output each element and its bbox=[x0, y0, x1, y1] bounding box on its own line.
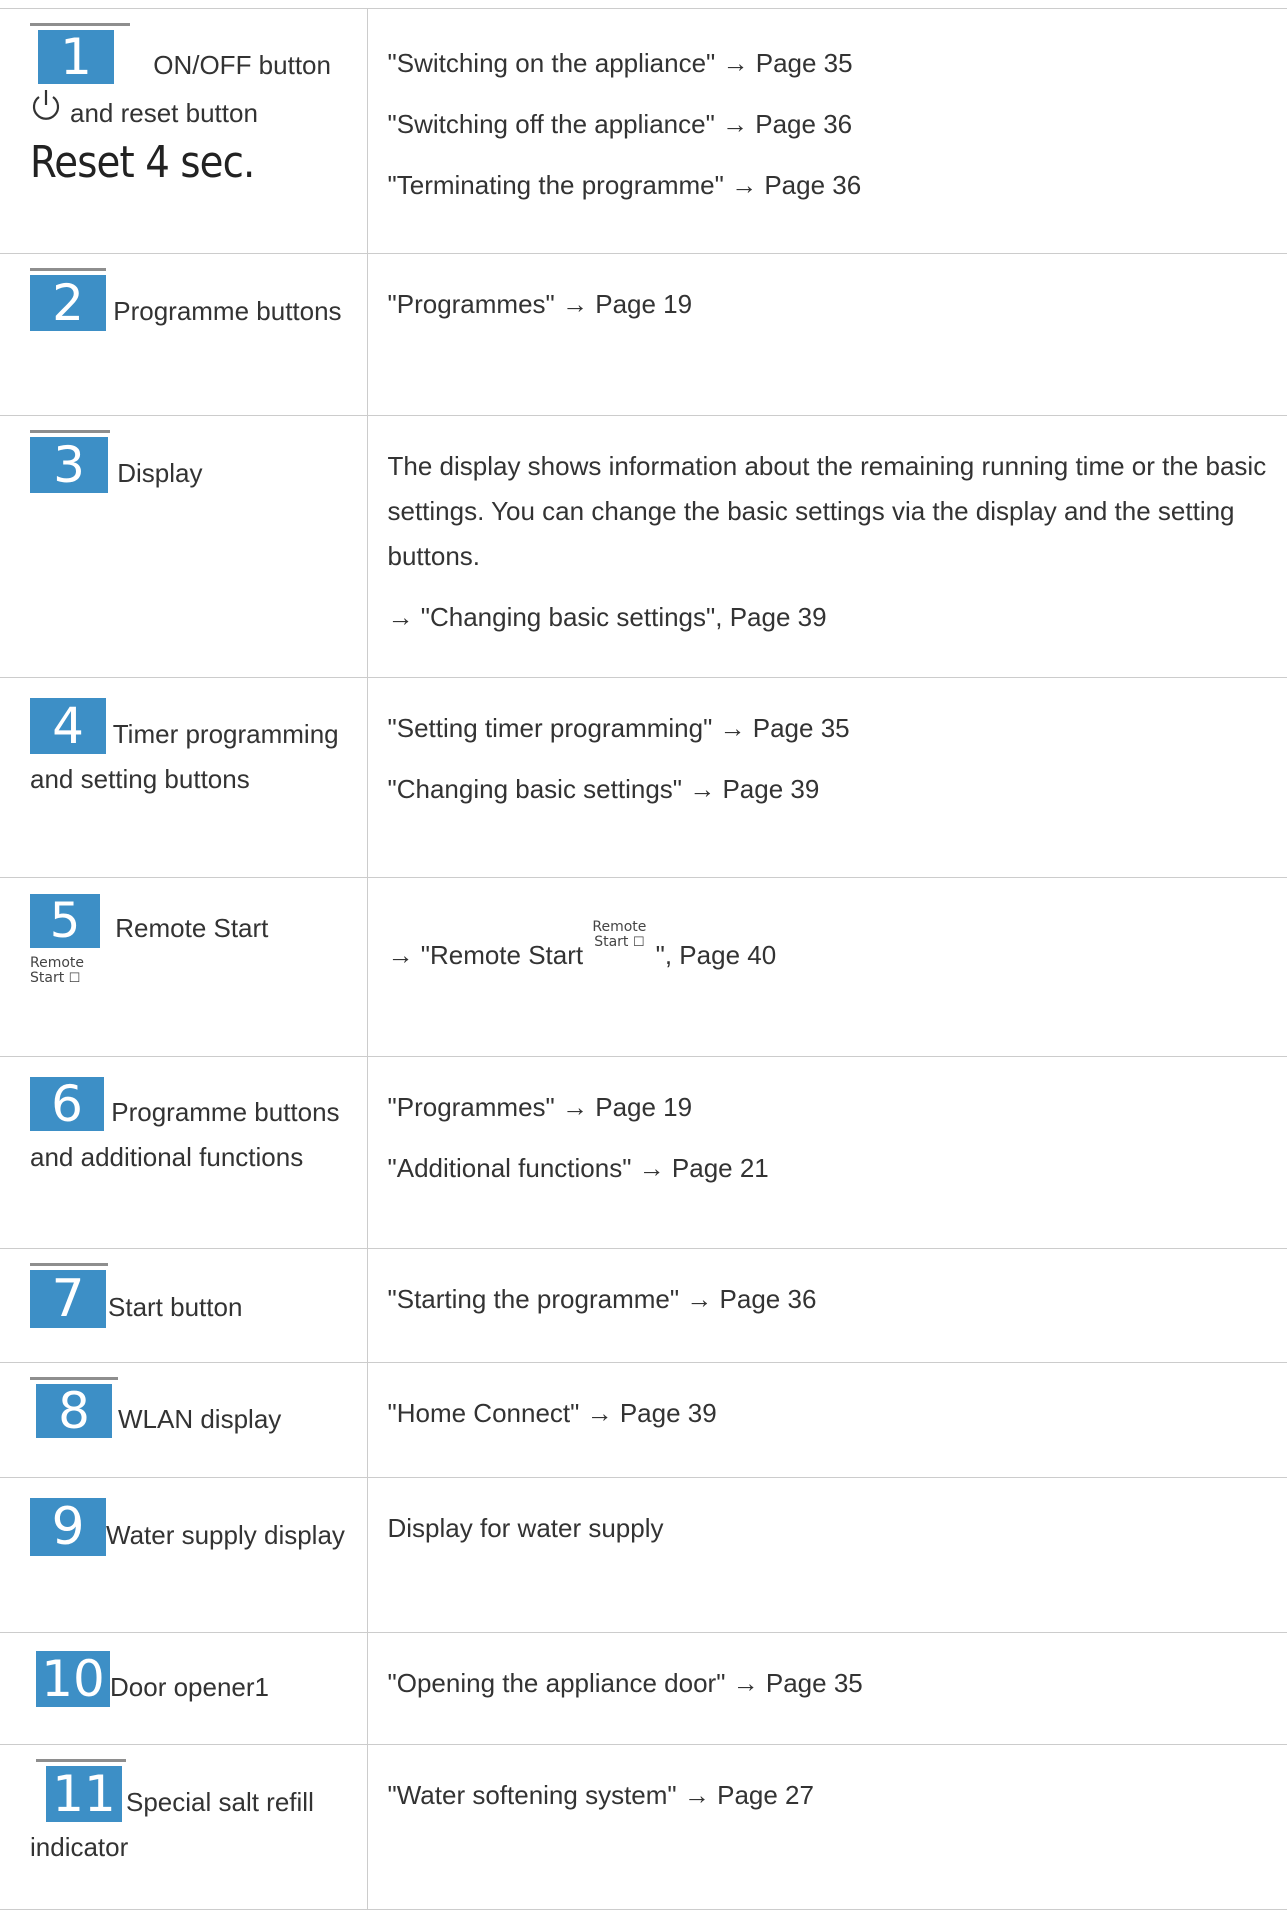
table-row: 9 Water supply display Display for water… bbox=[0, 1477, 1287, 1633]
number-badge: 4 bbox=[30, 692, 106, 757]
page-reference-link[interactable]: "Terminating the programme" → Page 36 bbox=[388, 163, 1270, 208]
reference-cell: "Switching on the appliance" → Page 35 "… bbox=[366, 8, 1287, 254]
control-label: and reset button bbox=[70, 98, 258, 128]
description-text: The display shows information about the … bbox=[387, 451, 1267, 571]
number-badge: 1 bbox=[30, 23, 130, 88]
table-row: 2 Programme buttons "Programmes" → Page … bbox=[0, 253, 1287, 416]
reference-cell: Display for water supply bbox=[366, 1477, 1287, 1633]
control-cell: 8 WLAN display bbox=[0, 1362, 368, 1478]
reference-cell: "Opening the appliance door" → Page 35 bbox=[366, 1632, 1287, 1745]
remote-start-icon: Remote Start ☐ bbox=[592, 919, 647, 951]
page-reference-link[interactable]: "Switching on the appliance" → Page 35 bbox=[388, 41, 1270, 86]
number-badge: 8 bbox=[30, 1377, 118, 1442]
page-reference-link[interactable]: "Changing basic settings" → Page 39 bbox=[388, 767, 1270, 812]
description-text: Display for water supply bbox=[387, 1513, 664, 1543]
control-label: Start button bbox=[108, 1292, 243, 1322]
reference-cell: "Starting the programme" → Page 36 bbox=[366, 1248, 1287, 1363]
number-badge: 9 bbox=[30, 1492, 106, 1558]
control-label: Programme buttons bbox=[113, 296, 342, 326]
table-row: 5 Remote Start Remote Start ☐ → "Remote … bbox=[0, 877, 1287, 1057]
control-label: ON/OFF button bbox=[153, 50, 331, 80]
page-reference-link[interactable]: "Water softening system" → Page 27 bbox=[388, 1773, 1270, 1818]
control-cell: 7 Start button bbox=[0, 1248, 368, 1363]
page-reference-link[interactable]: "Starting the programme" → Page 36 bbox=[388, 1277, 1270, 1322]
control-cell: 3 Display bbox=[0, 415, 368, 678]
control-cell: 6 Programme buttons and additional funct… bbox=[0, 1056, 368, 1249]
control-label: WLAN display bbox=[118, 1404, 282, 1434]
power-icon bbox=[32, 90, 60, 120]
reference-cell: "Setting timer programming" → Page 35 "C… bbox=[366, 677, 1287, 878]
reference-cell: "Programmes" → Page 19 bbox=[366, 253, 1287, 416]
control-label: Water supply display bbox=[106, 1520, 345, 1550]
number-badge: 11 bbox=[30, 1759, 126, 1825]
page-reference-link[interactable]: "Programmes" → Page 19 bbox=[388, 1085, 1270, 1130]
table-row: 7 Start button "Starting the programme" … bbox=[0, 1248, 1287, 1363]
reset-label: Reset 4 sec. bbox=[30, 137, 255, 188]
reference-cell: "Water softening system" → Page 27 bbox=[366, 1744, 1287, 1910]
control-cell: 1 ON/OFF button and reset button Reset 4… bbox=[0, 8, 368, 254]
number-badge: 2 bbox=[30, 268, 106, 334]
table-row: 6 Programme buttons and additional funct… bbox=[0, 1056, 1287, 1249]
remote-start-icon: Remote Start ☐ bbox=[30, 955, 85, 987]
controls-table: 1 ON/OFF button and reset button Reset 4… bbox=[0, 8, 1287, 1910]
table-row: 1 ON/OFF button and reset button Reset 4… bbox=[0, 8, 1287, 254]
reference-cell: → "Remote Start Remote Start ☐ ", Page 4… bbox=[366, 877, 1287, 1057]
table-row: 11 Special salt refill indicator "Water … bbox=[0, 1744, 1287, 1910]
page-reference-link[interactable]: → "Remote Start Remote Start ☐ ", Page 4… bbox=[388, 920, 1270, 978]
number-badge: 5 bbox=[30, 894, 100, 951]
page-reference-link[interactable]: "Programmes" → Page 19 bbox=[388, 282, 1270, 327]
control-cell: 4 Timer programming and setting buttons bbox=[0, 677, 368, 878]
page-reference-link[interactable]: "Setting timer programming" → Page 35 bbox=[388, 706, 1270, 751]
table-row: 4 Timer programming and setting buttons … bbox=[0, 677, 1287, 878]
page-reference-link[interactable]: → "Changing basic settings", Page 39 bbox=[388, 595, 1270, 640]
control-label: Door opener1 bbox=[110, 1672, 269, 1702]
control-label: Display bbox=[117, 458, 203, 488]
control-cell: 2 Programme buttons bbox=[0, 253, 368, 416]
control-label: Remote Start bbox=[115, 913, 269, 943]
table-row: 10 Door opener1 "Opening the appliance d… bbox=[0, 1632, 1287, 1745]
reference-cell: The display shows information about the … bbox=[366, 415, 1287, 678]
number-badge: 3 bbox=[30, 430, 110, 496]
page-reference-link[interactable]: "Home Connect" → Page 39 bbox=[388, 1391, 1270, 1436]
control-cell: 9 Water supply display bbox=[0, 1477, 368, 1633]
table-row: 8 WLAN display "Home Connect" → Page 39 bbox=[0, 1362, 1287, 1478]
control-cell: 10 Door opener1 bbox=[0, 1632, 368, 1745]
reference-cell: "Programmes" → Page 19 "Additional funct… bbox=[366, 1056, 1287, 1249]
control-cell: 5 Remote Start Remote Start ☐ bbox=[0, 877, 368, 1057]
page-reference-link[interactable]: "Switching off the appliance" → Page 36 bbox=[388, 102, 1270, 147]
page-reference-link[interactable]: "Additional functions" → Page 21 bbox=[388, 1146, 1270, 1191]
page-reference-link[interactable]: "Opening the appliance door" → Page 35 bbox=[388, 1661, 1270, 1706]
number-badge: 6 bbox=[30, 1071, 104, 1135]
number-badge: 10 bbox=[30, 1647, 110, 1710]
table-row: 3 Display The display shows information … bbox=[0, 415, 1287, 678]
control-cell: 11 Special salt refill indicator bbox=[0, 1744, 368, 1910]
number-badge: 7 bbox=[30, 1263, 108, 1330]
reference-cell: "Home Connect" → Page 39 bbox=[366, 1362, 1287, 1478]
